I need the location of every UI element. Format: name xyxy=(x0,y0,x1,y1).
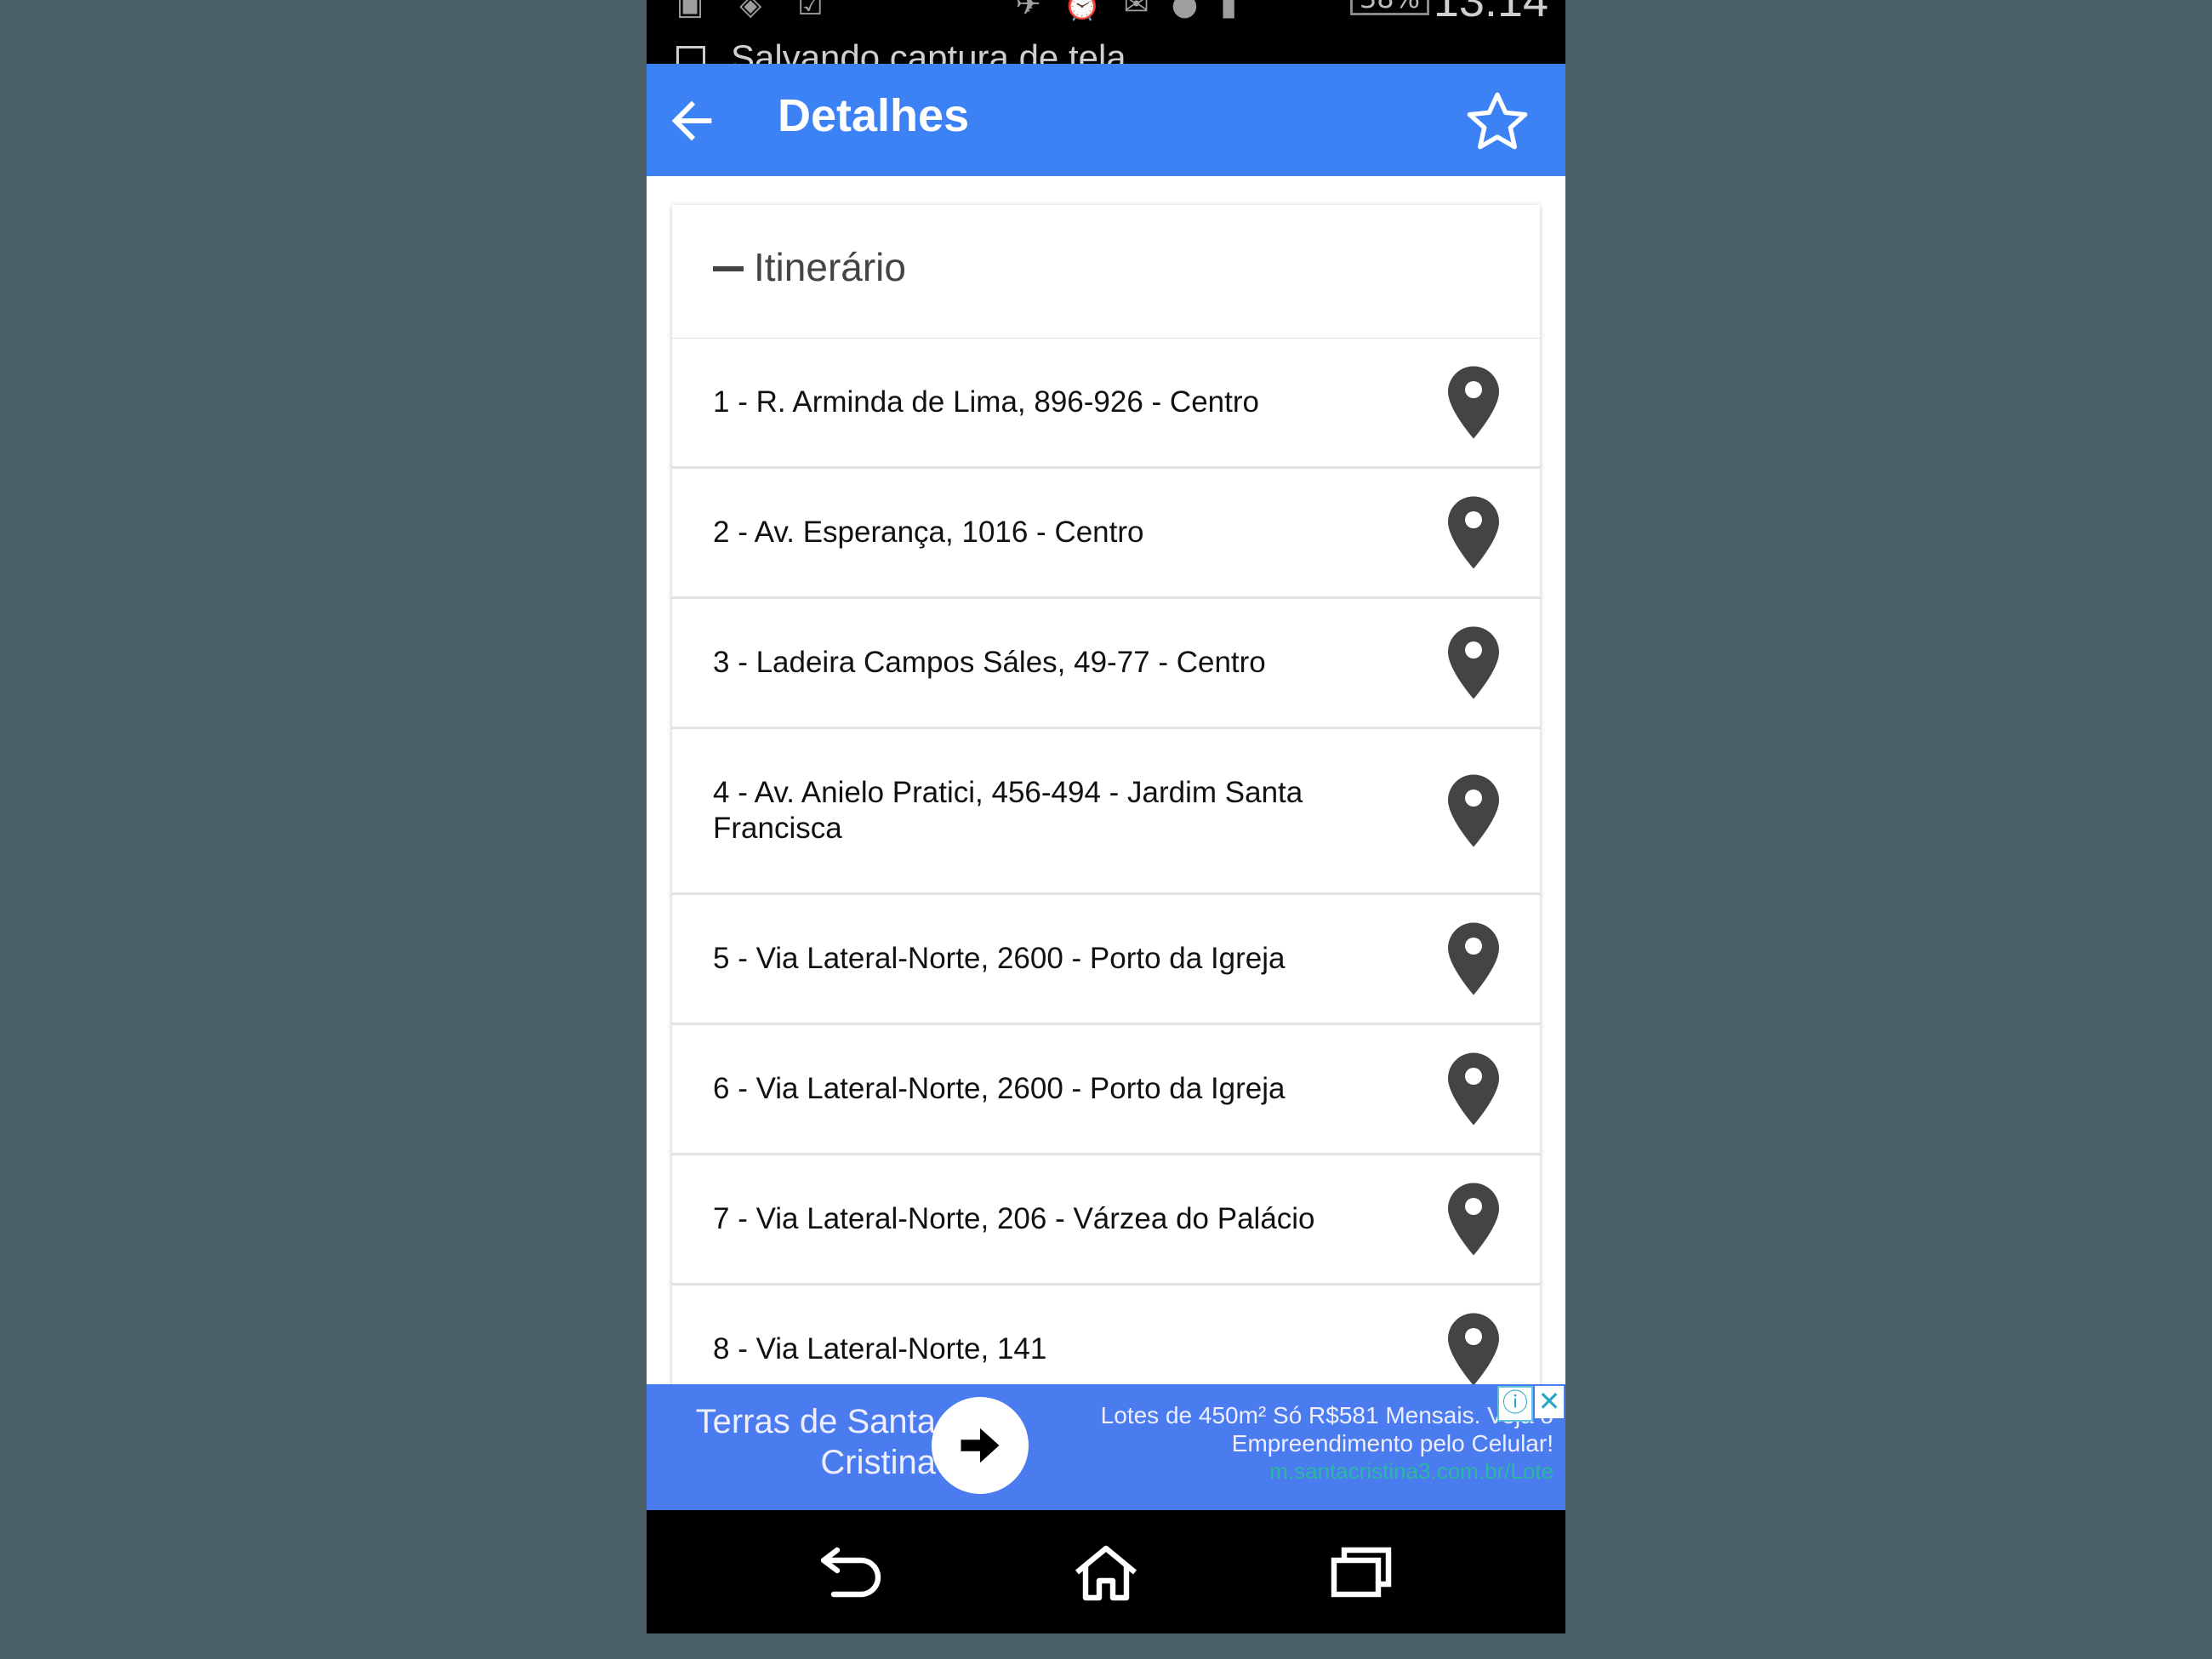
itinerary-card: Itinerário 1 - R. Arminda de Lima, 896-9… xyxy=(672,205,1540,1416)
map-pin-icon[interactable] xyxy=(1448,922,1499,995)
stop-label: 2 - Av. Esperança, 1016 - Centro xyxy=(713,516,1144,549)
stop-label: 1 - R. Arminda de Lima, 896-926 - Centro xyxy=(713,385,1259,419)
system-icons: ✈⏰✉●▮ xyxy=(1015,0,1259,22)
ad-url[interactable]: m.santacristina3.com.br/Lote xyxy=(1052,1457,1554,1485)
map-pin-icon[interactable] xyxy=(1448,366,1499,439)
page-title: Detalhes xyxy=(778,90,970,141)
stop-row[interactable]: 5 - Via Lateral-Norte, 2600 - Porto da I… xyxy=(672,895,1540,1025)
nav-back-icon[interactable] xyxy=(817,1542,885,1602)
stop-label: 3 - Ladeira Campos Sáles, 49-77 - Centro xyxy=(713,646,1266,679)
clock: 13:14 xyxy=(1433,0,1548,26)
ad-description: Lotes de 450m² Só R$581 Mensais. Veja o … xyxy=(1052,1401,1554,1485)
stop-label: 8 - Via Lateral-Norte, 141 xyxy=(713,1332,1047,1365)
itinerary-header[interactable]: Itinerário xyxy=(672,205,1540,339)
map-pin-icon[interactable] xyxy=(1448,626,1499,699)
ad-line-2: Empreendimento pelo Celular! xyxy=(1231,1430,1554,1457)
ad-banner[interactable]: Terras de Santa Cristina Lotes de 450m² … xyxy=(647,1384,1565,1510)
notification-icons: ▣◈☑ xyxy=(676,0,859,22)
content-area: Itinerário 1 - R. Arminda de Lima, 896-9… xyxy=(647,176,1565,1416)
stop-row[interactable]: 6 - Via Lateral-Norte, 2600 - Porto da I… xyxy=(672,1025,1540,1155)
arrow-right-icon xyxy=(961,1428,1000,1463)
app-bar: Detalhes xyxy=(647,64,1565,176)
map-pin-icon[interactable] xyxy=(1448,1183,1499,1256)
collapse-icon[interactable] xyxy=(713,266,744,271)
map-pin-icon[interactable] xyxy=(1448,1313,1499,1386)
stop-row[interactable]: 2 - Av. Esperança, 1016 - Centro xyxy=(672,469,1540,599)
ad-line-1: Lotes de 450m² Só R$581 Mensais. Veja o xyxy=(1100,1402,1554,1428)
stop-row[interactable]: 1 - R. Arminda de Lima, 896-926 - Centro xyxy=(672,339,1540,469)
notification-text: Salvando captura de tela xyxy=(731,37,1126,64)
ad-close-icon[interactable]: ✕ xyxy=(1535,1386,1564,1418)
navigation-bar xyxy=(647,1510,1565,1633)
map-pin-icon[interactable] xyxy=(1448,1052,1499,1126)
map-pin-icon[interactable] xyxy=(1448,774,1499,847)
nav-recents-icon[interactable] xyxy=(1327,1542,1395,1602)
arrow-left-icon[interactable] xyxy=(662,91,721,151)
phone-screen: ▣◈☑ ✈⏰✉●▮ 38% 13:14 Salvando captura de … xyxy=(647,0,1565,1633)
stop-label: 6 - Via Lateral-Norte, 2600 - Porto da I… xyxy=(713,1072,1286,1105)
stop-label: 4 - Av. Anielo Pratici, 456-494 - Jardim… xyxy=(713,776,1303,845)
star-outline-icon[interactable] xyxy=(1463,88,1531,156)
stop-label: 5 - Via Lateral-Norte, 2600 - Porto da I… xyxy=(713,942,1286,975)
nav-home-icon[interactable] xyxy=(1072,1542,1140,1602)
notification-ticker: Salvando captura de tela xyxy=(676,37,1126,64)
status-bar: ▣◈☑ ✈⏰✉●▮ 38% 13:14 Salvando captura de … xyxy=(647,0,1565,64)
section-title: Itinerário xyxy=(754,245,906,289)
stop-label: 7 - Via Lateral-Norte, 206 - Várzea do P… xyxy=(713,1202,1315,1235)
stop-row[interactable]: 4 - Av. Anielo Pratici, 456-494 - Jardim… xyxy=(672,729,1540,895)
battery-indicator: 38% xyxy=(1349,0,1429,15)
ad-info-icon[interactable]: ⓘ xyxy=(1497,1386,1533,1422)
screenshot-icon xyxy=(676,45,705,64)
ad-title: Terras de Santa Cristina xyxy=(695,1403,936,1481)
stop-row[interactable]: 3 - Ladeira Campos Sáles, 49-77 - Centro xyxy=(672,599,1540,729)
stop-row[interactable]: 7 - Via Lateral-Norte, 206 - Várzea do P… xyxy=(672,1155,1540,1286)
stops-list: 1 - R. Arminda de Lima, 896-926 - Centro… xyxy=(672,339,1540,1416)
ad-open-button[interactable] xyxy=(932,1397,1029,1494)
map-pin-icon[interactable] xyxy=(1448,496,1499,569)
